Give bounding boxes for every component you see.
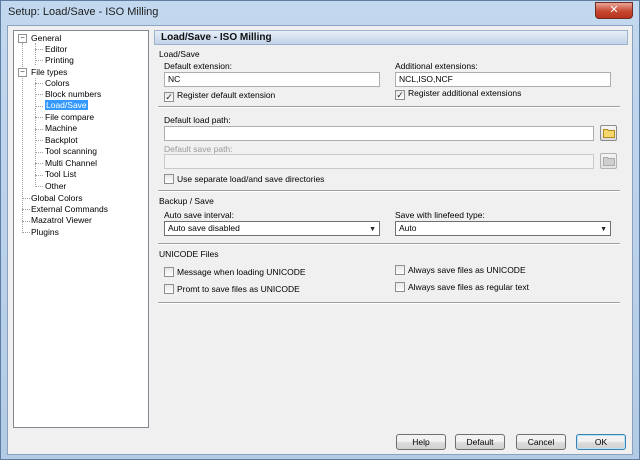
dialog-client: − General Editor Printing − File types C… bbox=[7, 25, 633, 455]
tree-item-global-colors[interactable]: Global Colors bbox=[31, 193, 83, 204]
group-label-load-save: Load/Save bbox=[159, 49, 200, 59]
tree-line bbox=[35, 163, 43, 164]
register-default-extension-checkbox[interactable]: ✓ Register default extension bbox=[164, 90, 276, 102]
tree-line bbox=[35, 94, 43, 95]
tree-line bbox=[22, 221, 30, 222]
dropdown-arrow-icon: ▼ bbox=[369, 226, 376, 233]
tree-line bbox=[35, 49, 43, 50]
tree-item-editor[interactable]: Editor bbox=[45, 44, 67, 55]
checkbox-label: Message when loading UNICODE bbox=[177, 267, 306, 277]
additional-extensions-label: Additional extensions: bbox=[395, 61, 478, 71]
ok-button[interactable]: OK bbox=[576, 434, 626, 450]
tree-item-printing[interactable]: Printing bbox=[45, 55, 74, 66]
checkbox-icon bbox=[395, 265, 405, 275]
tree-item-external-commands[interactable]: External Commands bbox=[31, 204, 108, 215]
default-extension-input[interactable]: NC bbox=[164, 72, 380, 87]
tree-item-plugins[interactable]: Plugins bbox=[31, 227, 59, 238]
checkbox-label: Register additional extensions bbox=[408, 88, 522, 98]
separator bbox=[158, 302, 620, 304]
auto-save-interval-label: Auto save interval: bbox=[164, 210, 234, 220]
tree-item-tool-list[interactable]: Tool List bbox=[45, 169, 76, 180]
settings-panel: Load/Save - ISO Milling Load/Save Defaul… bbox=[154, 30, 628, 428]
folder-icon bbox=[603, 129, 615, 138]
tree-line bbox=[22, 209, 30, 210]
tree-line bbox=[35, 83, 43, 84]
tree-line bbox=[35, 186, 43, 187]
tree-item-machine[interactable]: Machine bbox=[45, 123, 77, 134]
separator bbox=[158, 106, 620, 108]
always-save-unicode-checkbox[interactable]: Always save files as UNICODE bbox=[395, 265, 526, 276]
checkbox-label: Promt to save files as UNICODE bbox=[177, 284, 300, 294]
checkbox-label: Always save files as UNICODE bbox=[408, 265, 526, 275]
tree-line bbox=[35, 60, 43, 61]
default-save-path-input[interactable] bbox=[164, 154, 594, 169]
additional-extensions-input[interactable]: NCL,ISO,NCF bbox=[395, 72, 611, 87]
checkbox-icon bbox=[164, 174, 174, 184]
title-bar[interactable]: Setup: Load/Save - ISO Milling ✕ bbox=[1, 1, 639, 25]
always-save-regular-text-checkbox[interactable]: Always save files as regular text bbox=[395, 282, 529, 293]
tree-item-colors[interactable]: Colors bbox=[45, 78, 70, 89]
tree-item-general[interactable]: General bbox=[31, 33, 61, 44]
tree-line bbox=[22, 198, 30, 199]
close-button[interactable]: ✕ bbox=[595, 2, 633, 19]
expand-file-types-icon[interactable]: − bbox=[18, 68, 27, 77]
folder-icon bbox=[603, 157, 615, 166]
page-title: Load/Save - ISO Milling bbox=[154, 30, 628, 45]
checkbox-label: Use separate load/and save directories bbox=[177, 174, 325, 184]
tree-item-load-save[interactable]: Load/Save bbox=[45, 100, 88, 111]
tree-item-other[interactable]: Other bbox=[45, 181, 66, 192]
checkbox-label: Always save files as regular text bbox=[408, 282, 529, 292]
tree-item-multi-channel[interactable]: Multi Channel bbox=[45, 158, 97, 169]
select-value: Auto save disabled bbox=[168, 223, 240, 233]
settings-tree[interactable]: − General Editor Printing − File types C… bbox=[13, 30, 149, 428]
separator bbox=[158, 190, 620, 192]
group-label-unicode: UNICODE Files bbox=[159, 249, 219, 259]
select-value: Auto bbox=[399, 223, 417, 233]
tree-item-backplot[interactable]: Backplot bbox=[45, 135, 78, 146]
window-title: Setup: Load/Save - ISO Milling bbox=[8, 6, 159, 18]
setup-window: Setup: Load/Save - ISO Milling ✕ − Gener… bbox=[0, 0, 640, 460]
tree-line bbox=[35, 117, 43, 118]
separator bbox=[158, 243, 620, 245]
tree-line bbox=[35, 175, 43, 176]
default-save-path-label: Default save path: bbox=[164, 144, 233, 154]
default-load-path-label: Default load path: bbox=[164, 115, 231, 125]
tree-line bbox=[22, 232, 30, 233]
register-additional-extensions-checkbox[interactable]: ✓ Register additional extensions bbox=[395, 88, 522, 100]
close-icon: ✕ bbox=[609, 4, 619, 16]
tree-line bbox=[35, 140, 43, 141]
browse-save-path-button[interactable] bbox=[600, 153, 617, 169]
group-label-backup-save: Backup / Save bbox=[159, 196, 214, 206]
default-load-path-input[interactable] bbox=[164, 126, 594, 141]
default-extension-label: Default extension: bbox=[164, 61, 233, 71]
browse-load-path-button[interactable] bbox=[600, 125, 617, 141]
tree-line bbox=[35, 152, 43, 153]
cancel-button[interactable]: Cancel bbox=[516, 434, 566, 450]
auto-save-interval-select[interactable]: Auto save disabled ▼ bbox=[164, 221, 380, 236]
tree-item-mazatrol-viewer[interactable]: Mazatrol Viewer bbox=[31, 215, 92, 226]
tree-line bbox=[35, 43, 36, 65]
help-button[interactable]: Help bbox=[396, 434, 446, 450]
tree-item-file-compare[interactable]: File compare bbox=[45, 112, 94, 123]
default-button[interactable]: Default bbox=[455, 434, 505, 450]
tree-line bbox=[35, 129, 43, 130]
checkbox-label: Register default extension bbox=[177, 90, 276, 100]
checkbox-icon bbox=[164, 284, 174, 294]
tree-item-file-types[interactable]: File types bbox=[31, 67, 67, 78]
linefeed-type-select[interactable]: Auto ▼ bbox=[395, 221, 611, 236]
dropdown-arrow-icon: ▼ bbox=[600, 226, 607, 233]
checkbox-icon: ✓ bbox=[395, 90, 405, 100]
checkbox-icon: ✓ bbox=[164, 92, 174, 102]
linefeed-type-label: Save with linefeed type: bbox=[395, 210, 485, 220]
checkbox-icon bbox=[395, 282, 405, 292]
tree-item-tool-scanning[interactable]: Tool scanning bbox=[45, 146, 97, 157]
separate-directories-checkbox[interactable]: Use separate load/and save directories bbox=[164, 174, 324, 185]
tree-line bbox=[35, 106, 43, 107]
prompt-save-unicode-checkbox[interactable]: Promt to save files as UNICODE bbox=[164, 284, 300, 295]
message-loading-unicode-checkbox[interactable]: Message when loading UNICODE bbox=[164, 267, 306, 278]
expand-general-icon[interactable]: − bbox=[18, 34, 27, 43]
tree-item-block-numbers[interactable]: Block numbers bbox=[45, 89, 101, 100]
checkbox-icon bbox=[164, 267, 174, 277]
